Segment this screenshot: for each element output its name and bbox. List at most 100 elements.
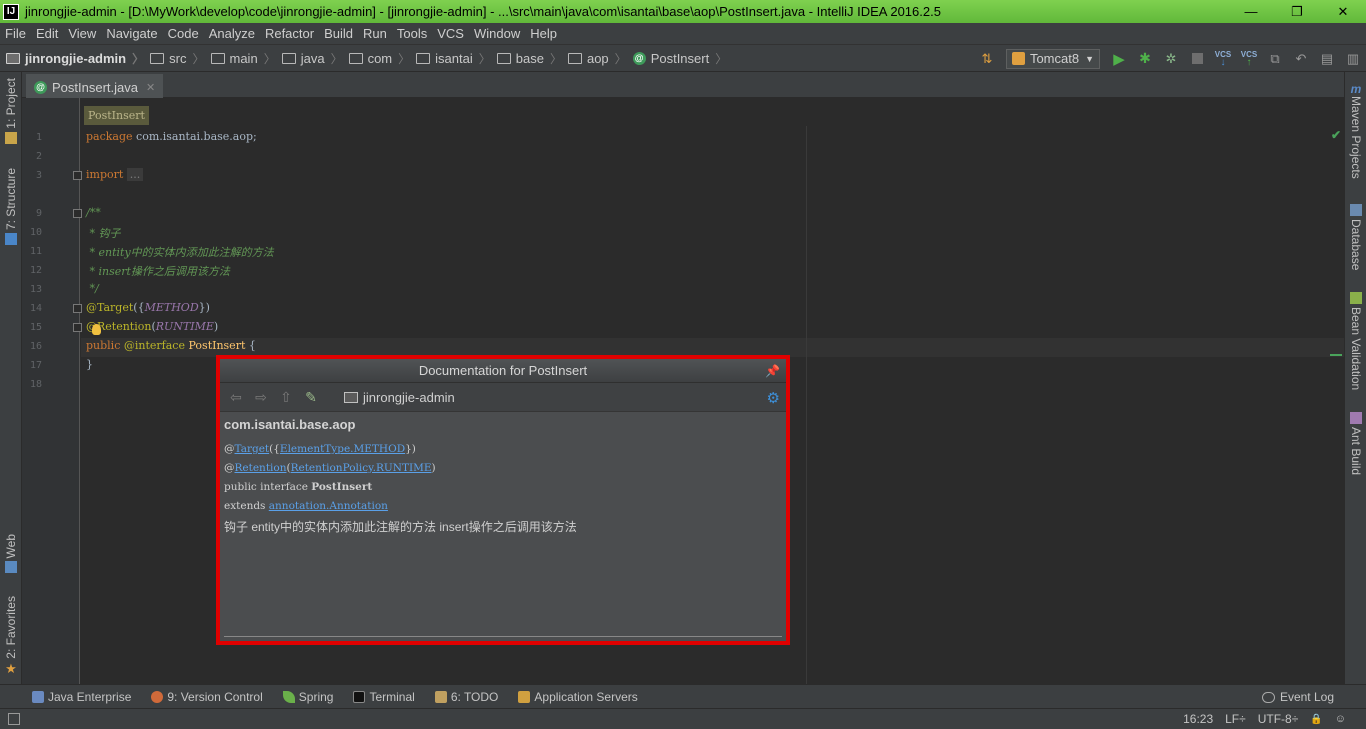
structure-tool-tab[interactable]: 7: Structure bbox=[0, 168, 22, 246]
menu-navigate[interactable]: Navigate bbox=[101, 23, 162, 45]
breadcrumb-com[interactable]: com 〉 bbox=[343, 45, 410, 72]
java-enterprise-icon bbox=[32, 690, 44, 703]
editor-tab-bar: @ PostInsert.java ✕ bbox=[22, 72, 1344, 98]
maven-tool-tab[interactable]: m Maven Projects bbox=[1345, 82, 1366, 179]
project-structure-icon[interactable]: ▤ bbox=[1316, 48, 1338, 70]
doc-popup-title: Documentation for PostInsert bbox=[418, 363, 588, 378]
menu-run[interactable]: Run bbox=[358, 23, 392, 45]
menu-window[interactable]: Window bbox=[469, 23, 525, 45]
menu-view[interactable]: View bbox=[63, 23, 101, 45]
close-window-button[interactable]: ✕ bbox=[1320, 0, 1366, 23]
run-config-selector[interactable]: Tomcat8 ▼ bbox=[1005, 48, 1100, 69]
ant-build-tool-tab[interactable]: Ant Build bbox=[1345, 412, 1366, 475]
event-log-tab[interactable]: Event Log bbox=[1261, 685, 1334, 709]
favorites-tool-tab[interactable]: 2: Favorites ★ bbox=[0, 596, 22, 677]
breadcrumb-label: java bbox=[300, 50, 325, 66]
breadcrumb-label: jinrongjie-admin bbox=[25, 50, 127, 66]
undo-icon[interactable]: ↶ bbox=[1290, 48, 1312, 70]
breadcrumb-base[interactable]: base 〉 bbox=[491, 45, 562, 72]
doc-link-target[interactable]: Target bbox=[235, 443, 270, 455]
stop-icon[interactable] bbox=[1186, 48, 1208, 70]
breadcrumb-label: PostInsert bbox=[650, 50, 710, 66]
favorites-tool-label: 2: Favorites bbox=[4, 596, 18, 659]
database-tool-tab[interactable]: Database bbox=[1345, 204, 1366, 270]
encoding-selector[interactable]: UTF-8÷ bbox=[1258, 712, 1299, 726]
spring-tab[interactable]: Spring bbox=[282, 685, 344, 709]
menu-analyze[interactable]: Analyze bbox=[204, 23, 260, 45]
menu-tools[interactable]: Tools bbox=[392, 23, 432, 45]
doc-link-elementtype[interactable]: ElementType.METHOD bbox=[280, 443, 405, 455]
folder-icon bbox=[416, 52, 431, 64]
back-arrow-icon[interactable]: ⇦ bbox=[226, 389, 246, 406]
web-icon bbox=[5, 561, 17, 574]
edit-source-icon[interactable]: ✎ bbox=[301, 389, 321, 406]
restore-button[interactable]: ❐ bbox=[1274, 0, 1320, 23]
breadcrumb-aop[interactable]: aop 〉 bbox=[562, 45, 627, 72]
tool-windows-toggle-icon[interactable] bbox=[8, 712, 20, 725]
terminal-tab[interactable]: Terminal bbox=[353, 685, 424, 709]
keyword: import bbox=[86, 168, 124, 181]
menu-edit[interactable]: Edit bbox=[31, 23, 63, 45]
doc-text: public interface bbox=[224, 481, 312, 493]
application-servers-tab[interactable]: Application Servers bbox=[518, 685, 647, 709]
ant-build-tool-label: Ant Build bbox=[1349, 427, 1363, 476]
inspector-icon[interactable]: ☺ bbox=[1335, 713, 1346, 725]
web-tool-tab[interactable]: Web bbox=[0, 534, 22, 574]
folded-imports[interactable]: ... bbox=[126, 168, 144, 181]
vcs-update-icon[interactable]: VCS ↓ bbox=[1212, 48, 1234, 70]
lock-icon[interactable]: 🔒 bbox=[1310, 714, 1322, 725]
doc-popup-header[interactable]: Documentation for PostInsert 📌 bbox=[220, 359, 786, 383]
breadcrumb-src[interactable]: src 〉 bbox=[144, 45, 205, 72]
doc-link-retention[interactable]: Retention bbox=[235, 462, 287, 474]
version-control-tab[interactable]: 9: Version Control bbox=[151, 685, 272, 709]
menu-file[interactable]: File bbox=[0, 23, 31, 45]
close-tab-icon[interactable]: ✕ bbox=[146, 81, 155, 94]
pin-icon[interactable]: 📌 bbox=[765, 364, 780, 378]
bean-validation-tool-tab[interactable]: Bean Validation bbox=[1345, 292, 1366, 390]
fold-expand-icon[interactable] bbox=[73, 171, 82, 180]
sdk-icon[interactable]: ▥ bbox=[1342, 48, 1364, 70]
code-line-16: public @interface PostInsert { bbox=[86, 339, 256, 352]
fold-collapse-icon[interactable] bbox=[73, 209, 82, 218]
breadcrumb-project[interactable]: jinrongjie-admin 〉 bbox=[0, 45, 144, 72]
doc-link-annotation[interactable]: annotation.Annotation bbox=[269, 500, 388, 512]
breadcrumb-isantai[interactable]: isantai 〉 bbox=[410, 45, 491, 72]
line-number: 1 bbox=[35, 132, 42, 143]
menu-refactor[interactable]: Refactor bbox=[260, 23, 319, 45]
doc-link-retentionpolicy[interactable]: RetentionPolicy.RUNTIME bbox=[291, 462, 432, 474]
breadcrumb-java[interactable]: java 〉 bbox=[276, 45, 343, 72]
menu-code[interactable]: Code bbox=[163, 23, 204, 45]
keyword: public bbox=[86, 339, 121, 352]
breadcrumb-postinsert[interactable]: @ PostInsert 〉 bbox=[627, 45, 727, 72]
line-separator-selector[interactable]: LF÷ bbox=[1225, 712, 1246, 726]
up-arrow-icon[interactable]: ⇧ bbox=[276, 389, 296, 406]
lightbulb-icon[interactable] bbox=[92, 324, 101, 335]
run-icon[interactable]: ▶ bbox=[1108, 48, 1130, 70]
constant-token: METHOD bbox=[144, 301, 199, 314]
compare-icon[interactable]: ⧉ bbox=[1264, 48, 1286, 70]
fold-collapse-icon[interactable] bbox=[73, 304, 82, 313]
gear-icon[interactable]: ⚙ bbox=[767, 389, 780, 407]
forward-arrow-icon[interactable]: ⇨ bbox=[251, 389, 271, 406]
menu-build[interactable]: Build bbox=[319, 23, 358, 45]
vcs-commit-icon[interactable]: VCS ↑ bbox=[1238, 48, 1260, 70]
annotation-token: @interface bbox=[120, 339, 185, 352]
debug-icon[interactable]: ✱ bbox=[1134, 48, 1156, 70]
doc-signature-line-4: extends annotation.Annotation bbox=[224, 497, 782, 516]
project-tool-tab[interactable]: 1: Project bbox=[0, 78, 22, 144]
maven-tool-label: Maven Projects bbox=[1349, 96, 1363, 179]
caret-position[interactable]: 16:23 bbox=[1183, 712, 1213, 726]
menu-vcs[interactable]: VCS bbox=[432, 23, 469, 45]
structure-breadcrumb-hint[interactable]: PostInsert bbox=[84, 106, 149, 125]
editor-tab-postinsert[interactable]: @ PostInsert.java ✕ bbox=[26, 74, 164, 98]
todo-tab[interactable]: 6: TODO bbox=[434, 685, 509, 709]
coverage-icon[interactable]: ✲ bbox=[1160, 48, 1182, 70]
minimize-button[interactable]: — bbox=[1228, 0, 1274, 23]
build-icon[interactable]: ⇅ bbox=[976, 48, 998, 70]
java-enterprise-tab[interactable]: Java Enterprise bbox=[32, 685, 141, 709]
code-line-3: import ... bbox=[86, 168, 144, 181]
fold-collapse-icon[interactable] bbox=[73, 323, 82, 332]
menu-help[interactable]: Help bbox=[525, 23, 562, 45]
breadcrumb-main[interactable]: main 〉 bbox=[205, 45, 276, 72]
inspection-ok-icon[interactable]: ✔ bbox=[1331, 128, 1341, 142]
